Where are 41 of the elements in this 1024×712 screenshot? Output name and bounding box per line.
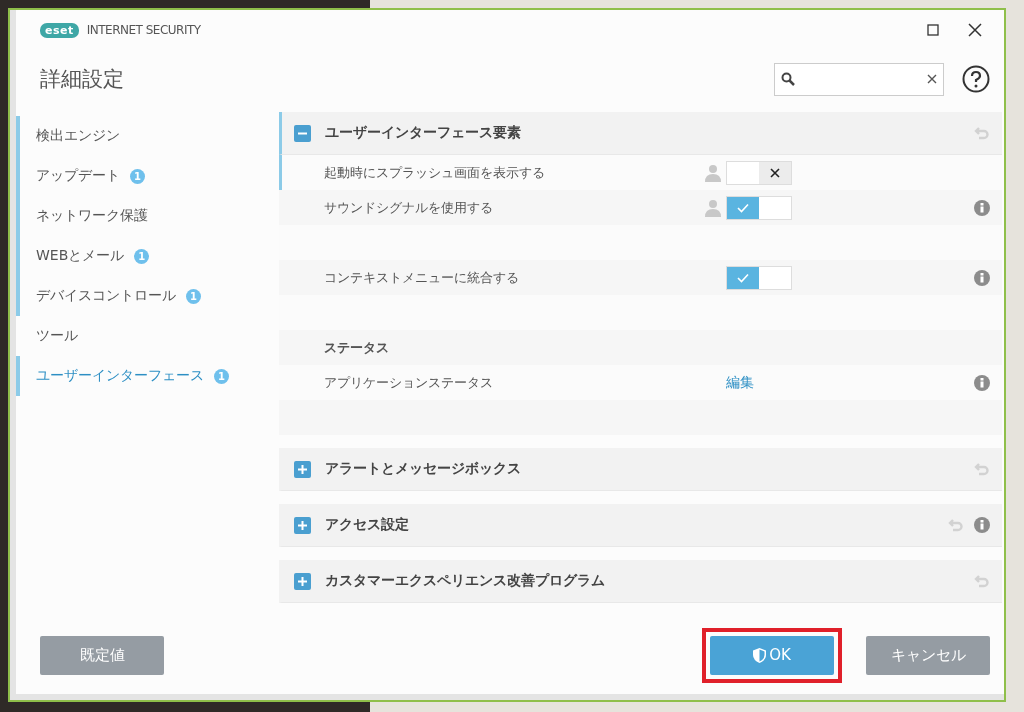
section-title: アラートとメッセージボックス (325, 460, 522, 478)
shield-icon (753, 647, 767, 663)
close-icon (968, 23, 982, 37)
section-title: ユーザーインターフェース要素 (325, 124, 522, 142)
info-icon[interactable] (974, 517, 990, 533)
brand-logo: eset (40, 22, 79, 38)
toggle-switch[interactable] (726, 160, 792, 185)
expand-icon[interactable] (294, 460, 311, 478)
expand-icon[interactable] (294, 516, 311, 534)
section-title: アクセス設定 (325, 516, 410, 534)
user-icon (705, 198, 721, 217)
sidebar-item[interactable]: ツール (16, 316, 279, 356)
search-field[interactable] (774, 62, 944, 96)
info-icon[interactable] (974, 199, 990, 216)
check-icon (737, 272, 749, 283)
count-badge: 1 (134, 248, 150, 264)
collapse-icon[interactable] (294, 124, 311, 142)
setting-label: コンテキストメニューに統合する (324, 268, 520, 287)
count-badge: 1 (130, 168, 145, 184)
count-badge: 1 (186, 288, 201, 304)
setting-label: 起動時にスプラッシュ画面を表示する (324, 163, 546, 182)
info-icon[interactable] (974, 269, 990, 286)
search-icon (781, 72, 795, 86)
toggle-switch[interactable] (726, 195, 792, 220)
maximize-icon (927, 24, 939, 36)
check-icon (737, 202, 749, 213)
setting-label: サウンドシグナルを使用する (324, 198, 494, 217)
user-icon (705, 163, 721, 182)
help-icon[interactable] (962, 65, 990, 93)
cross-icon (770, 167, 780, 178)
edit-link[interactable]: 編集 (726, 373, 754, 392)
expand-icon[interactable] (294, 572, 311, 590)
count-badge: 1 (214, 368, 229, 384)
toggle-switch[interactable] (726, 265, 792, 290)
subsection-title: ステータス (324, 338, 390, 357)
section-title: カスタマーエクスペリエンス改善プログラム (325, 572, 606, 590)
page-title: 詳細設定 (40, 66, 125, 93)
info-icon[interactable] (974, 374, 990, 391)
product-name: INTERNET SECURITY (86, 23, 202, 37)
setting-label: アプリケーションステータス (324, 373, 494, 392)
clear-icon[interactable] (927, 74, 937, 84)
